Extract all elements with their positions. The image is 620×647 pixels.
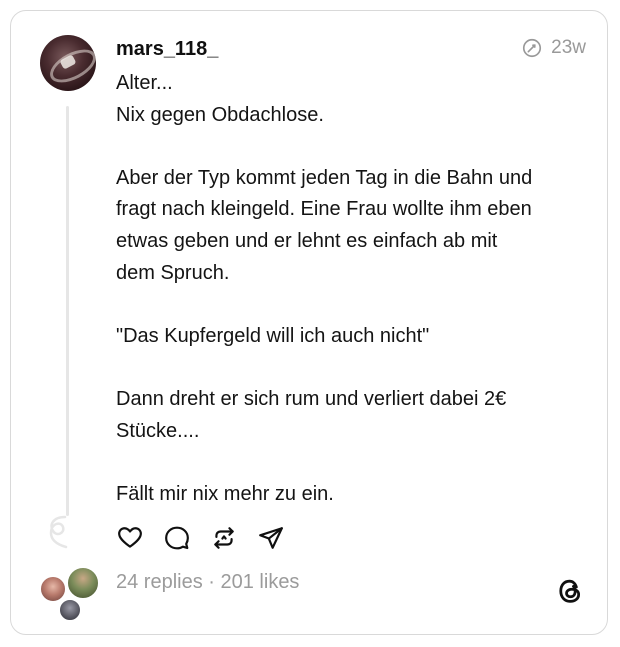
send-icon xyxy=(259,527,283,549)
likes-count[interactable]: 201 likes xyxy=(221,571,300,593)
replier-avatar[interactable] xyxy=(58,598,82,622)
thread-line xyxy=(66,106,69,516)
avatar[interactable] xyxy=(40,35,96,91)
post-line: Stücke.... xyxy=(116,419,200,442)
replies-count[interactable]: 24 replies xyxy=(116,571,203,593)
reply-button[interactable] xyxy=(163,524,191,552)
post-line xyxy=(116,447,586,479)
post-line: Alter... xyxy=(116,72,173,94)
post-stats: 24 replies · 201 likes xyxy=(116,571,299,594)
post-line: Dann dreht er sich rum und verliert dabe… xyxy=(116,387,507,410)
like-button[interactable] xyxy=(116,524,144,552)
repost-icon xyxy=(214,527,234,549)
post-line: Fällt mir nix mehr zu ein. xyxy=(116,482,334,505)
heart-icon xyxy=(118,527,142,548)
post-line: Nix gegen Obdachlose. xyxy=(116,103,324,126)
comment-icon xyxy=(165,526,189,550)
post-line: Aber der Typ kommt jeden Tag in die Bahn… xyxy=(116,166,533,189)
replier-avatar[interactable] xyxy=(66,566,100,600)
post-time: 23w xyxy=(551,37,586,58)
username[interactable]: mars_118_ xyxy=(116,38,218,61)
action-bar xyxy=(116,524,285,552)
stats-separator: · xyxy=(202,571,221,593)
thread-curl-icon xyxy=(49,515,68,549)
post-line xyxy=(116,352,586,384)
post-line: etwas geben und er lehnt es einfach ab m… xyxy=(116,229,498,252)
post-text: Alter... Nix gegen Obdachlose. Aber der … xyxy=(116,68,586,510)
share-button[interactable] xyxy=(257,524,285,552)
post-line: fragt nach kleingeld. Eine Frau wollte i… xyxy=(116,198,532,221)
post-line: dem Spruch. xyxy=(116,261,230,284)
post-line xyxy=(116,131,586,163)
repost-button[interactable] xyxy=(210,524,238,552)
edited-clock-icon xyxy=(523,38,542,58)
post-line xyxy=(116,289,586,321)
post-meta: 23w xyxy=(521,37,586,59)
post-line: "Das Kupfergeld will ich auch nicht" xyxy=(116,324,430,347)
threads-logo-icon[interactable] xyxy=(556,576,584,606)
